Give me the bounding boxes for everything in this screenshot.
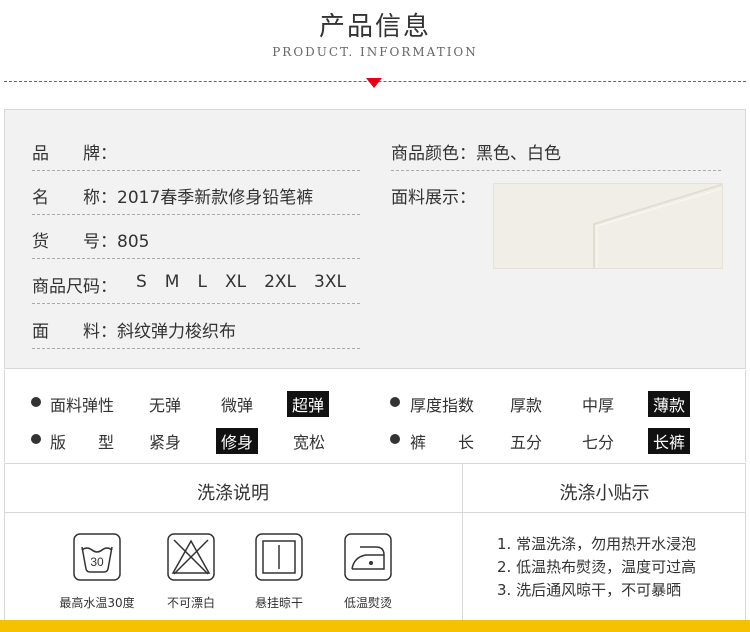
spec-fabric: 面料展示：	[391, 183, 476, 208]
spec-item-no-label: 货 号：	[32, 232, 117, 252]
fabric-swatch	[493, 183, 723, 269]
row-divider	[32, 170, 360, 171]
size-option: L	[197, 272, 207, 292]
footer-bar	[0, 620, 750, 632]
care-label: 悬挂晾干	[254, 596, 303, 610]
thickness-label: 厚度指数	[410, 396, 475, 415]
spec-color-label: 商品颜色：	[391, 144, 476, 164]
length-label: 裤 长	[410, 433, 475, 452]
length-option: 七分	[582, 433, 615, 452]
tip-item: 2. 低温热布熨烫，温度可过高	[497, 558, 697, 576]
spec-brand-label: 品 牌：	[32, 144, 117, 164]
wash-30-icon: 30	[73, 533, 121, 581]
spec-name-label: 名 称：	[32, 188, 117, 208]
spec-material-value: 斜纹弹力梭织布	[117, 322, 236, 342]
elasticity-option: 无弹	[149, 396, 182, 415]
thickness-option: 中厚	[582, 396, 615, 415]
spec-fabric-label: 面料展示：	[391, 188, 476, 208]
elasticity-selected: 超弹	[287, 391, 330, 417]
care-label: 不可漂白	[166, 596, 215, 610]
spec-item-no-value: 805	[117, 232, 150, 252]
bullet-icon	[390, 434, 400, 444]
low-iron-icon	[344, 533, 392, 581]
spec-brand: 品 牌：	[32, 139, 117, 164]
care-label: 最高水温30度	[59, 596, 135, 610]
fit-option: 宽松	[293, 433, 326, 452]
tip-item: 1. 常温洗涤，勿用热开水浸泡	[497, 535, 697, 553]
fit-label: 版 型	[50, 433, 115, 452]
row-divider	[32, 258, 360, 259]
tips-title: 洗涤小贴示	[559, 483, 650, 504]
elasticity-label: 面料弹性	[50, 396, 115, 415]
size-list: S M L XL 2XL 3XL	[136, 272, 346, 292]
row-divider	[32, 214, 360, 215]
spec-item-no: 货 号：805	[32, 227, 149, 252]
attribute-panel	[4, 370, 746, 462]
row-divider	[32, 348, 360, 349]
thickness-option: 厚款	[510, 396, 543, 415]
fit-selected: 修身	[216, 428, 259, 454]
no-bleach-icon	[167, 533, 215, 581]
size-option: S	[136, 272, 147, 292]
wash-temp-number: 30	[90, 555, 104, 569]
spec-name: 名 称：2017春季新款修身铅笔裤	[32, 183, 313, 208]
row-divider	[32, 303, 360, 304]
hang-dry-icon	[255, 533, 303, 581]
spec-material: 面 料：斜纹弹力梭织布	[32, 317, 236, 342]
bullet-icon	[31, 434, 41, 444]
row-divider	[391, 170, 721, 171]
size-option: 3XL	[314, 272, 346, 292]
fit-option: 紧身	[149, 433, 182, 452]
thickness-selected: 薄款	[648, 391, 691, 417]
header-divider	[4, 512, 746, 513]
spec-color-value: 黑色、白色	[476, 144, 561, 164]
bullet-icon	[390, 397, 400, 407]
spec-material-label: 面 料：	[32, 322, 117, 342]
spec-name-value: 2017春季新款修身铅笔裤	[117, 188, 314, 208]
size-option: XL	[224, 272, 247, 292]
down-arrow-icon	[366, 78, 382, 88]
spec-size: 商品尺码：	[32, 272, 117, 297]
washing-title: 洗涤说明	[197, 483, 269, 504]
spec-size-label: 商品尺码：	[32, 277, 117, 297]
length-selected: 长裤	[648, 428, 691, 454]
size-option: 2XL	[264, 272, 297, 292]
length-option: 五分	[510, 433, 543, 452]
bullet-icon	[31, 397, 41, 407]
size-option: M	[164, 272, 180, 292]
section-title: 产品信息	[318, 12, 431, 42]
tip-item: 3. 洗后通风晾干，不可暴晒	[497, 581, 682, 599]
care-label: 低温熨烫	[343, 596, 392, 610]
section-subtitle: PRODUCT. INFORMATION	[272, 45, 478, 59]
spec-color: 商品颜色：黑色、白色	[391, 139, 561, 164]
elasticity-option: 微弹	[221, 396, 254, 415]
